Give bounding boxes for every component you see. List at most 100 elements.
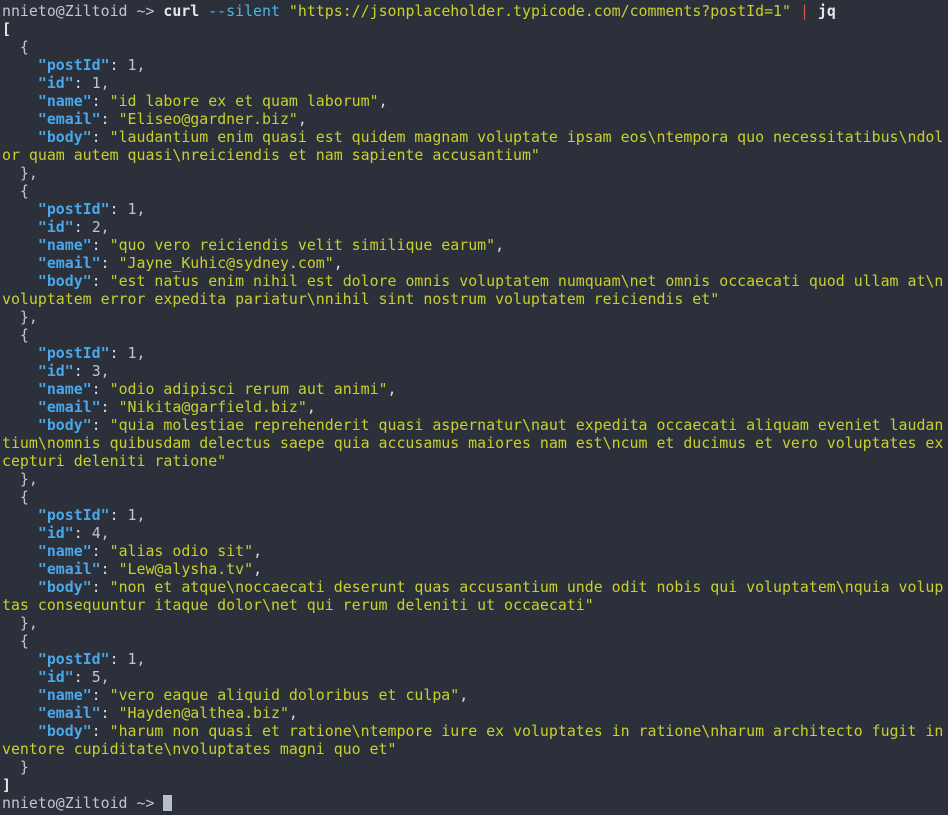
command-flag: --silent bbox=[208, 2, 280, 20]
json-object-open: { bbox=[2, 488, 29, 506]
json-value: 1, bbox=[127, 344, 146, 362]
json-body-wrap: ventore cupiditate\nvoluptates magni quo… bbox=[2, 740, 948, 758]
json-value: 2, bbox=[91, 218, 110, 236]
json-field-body: "body": "est natus enim nihil est dolore… bbox=[37, 272, 944, 290]
json-field-postid: "postId": 1, bbox=[37, 200, 146, 218]
json-key: "name" bbox=[37, 542, 92, 560]
json-key: "body" bbox=[37, 128, 92, 146]
json-value: cepturi deleniti ratione" bbox=[2, 452, 227, 470]
json-object-close: }, bbox=[2, 308, 38, 326]
json-key: "postId" bbox=[37, 344, 110, 362]
json-key: "id" bbox=[37, 74, 74, 92]
command-line: nnieto@Ziltoid ~> curl --silent "https:/… bbox=[2, 2, 948, 20]
json-field-email: "email": "Lew@alysha.tv", bbox=[37, 560, 263, 578]
json-key: "name" bbox=[37, 380, 92, 398]
json-field-postid: "postId": 1, bbox=[37, 344, 146, 362]
json-field-postid: "postId": 1, bbox=[37, 56, 146, 74]
json-value: "Jayne_Kuhic@sydney.com" bbox=[118, 254, 334, 272]
json-key: "name" bbox=[37, 92, 92, 110]
json-field-id: "id": 4, bbox=[37, 524, 110, 542]
json-value: "alias odio sit" bbox=[109, 542, 254, 560]
input-line[interactable]: nnieto@Ziltoid ~> bbox=[2, 794, 948, 812]
json-field-body: "body": "non et atque\noccaecati deserun… bbox=[37, 578, 944, 596]
cursor-block bbox=[163, 795, 173, 811]
json-key: "body" bbox=[37, 578, 92, 596]
json-field-name: "name": "alias odio sit", bbox=[37, 542, 263, 560]
json-key: "email" bbox=[37, 560, 101, 578]
json-key: "postId" bbox=[37, 200, 110, 218]
json-key: "body" bbox=[37, 722, 92, 740]
json-key: "postId" bbox=[37, 650, 110, 668]
prompt: nnieto@Ziltoid ~> bbox=[2, 794, 164, 812]
json-open-bracket: [ bbox=[2, 20, 11, 38]
json-value: "Lew@alysha.tv" bbox=[118, 560, 254, 578]
json-value: "odio adipisci rerum aut animi" bbox=[109, 380, 388, 398]
json-field-id: "id": 1, bbox=[37, 74, 110, 92]
command-url: "https://jsonplaceholder.typicode.com/co… bbox=[288, 2, 791, 20]
json-value: ventore cupiditate\nvoluptates magni quo… bbox=[2, 740, 397, 758]
json-key: "id" bbox=[37, 524, 74, 542]
command-filter: jq bbox=[817, 2, 836, 20]
json-value: "Hayden@althea.biz" bbox=[118, 704, 289, 722]
json-value: 1, bbox=[127, 56, 146, 74]
json-key: "postId" bbox=[37, 506, 110, 524]
json-object-open: { bbox=[2, 326, 29, 344]
json-body-wrap: tium\nomnis quibusdam delectus saepe qui… bbox=[2, 434, 948, 452]
json-field-name: "name": "id labore ex et quam laborum", bbox=[37, 92, 388, 110]
json-field-body: "body": "harum non quasi et ratione\ntem… bbox=[37, 722, 944, 740]
json-key: "body" bbox=[37, 272, 92, 290]
json-field-id: "id": 2, bbox=[37, 218, 110, 236]
json-value: "id labore ex et quam laborum" bbox=[109, 92, 379, 110]
command-pipe: | bbox=[799, 2, 809, 20]
json-value: "Eliseo@gardner.biz" bbox=[118, 110, 298, 128]
json-key: "body" bbox=[37, 416, 92, 434]
json-body-wrap: voluptatem error expedita pariatur\nnihi… bbox=[2, 290, 948, 308]
json-key: "email" bbox=[37, 704, 101, 722]
json-value: 1, bbox=[127, 200, 146, 218]
json-body-wrap: tas consequuntur itaque dolor\net qui re… bbox=[2, 596, 948, 614]
json-value: 1, bbox=[127, 506, 146, 524]
json-close-bracket: ] bbox=[2, 776, 11, 794]
json-key: "email" bbox=[37, 254, 101, 272]
json-field-name: "name": "odio adipisci rerum aut animi", bbox=[37, 380, 397, 398]
command-program: curl bbox=[163, 2, 200, 20]
json-value: or quam autem quasi\nreiciendis et nam s… bbox=[2, 146, 540, 164]
json-field-email: "email": "Jayne_Kuhic@sydney.com", bbox=[37, 254, 343, 272]
json-value: "harum non quasi et ratione\ntempore iur… bbox=[109, 722, 944, 740]
json-value: "vero eaque aliquid doloribus et culpa" bbox=[109, 686, 460, 704]
json-object-open: { bbox=[2, 38, 29, 56]
terminal-window[interactable]: nnieto@Ziltoid ~> curl --silent "https:/… bbox=[0, 0, 948, 815]
json-field-email: "email": "Hayden@althea.biz", bbox=[37, 704, 298, 722]
json-value: "quo vero reiciendis velit similique ear… bbox=[109, 236, 496, 254]
json-key: "id" bbox=[37, 668, 74, 686]
json-object-close: } bbox=[2, 758, 29, 776]
json-value: 5, bbox=[91, 668, 110, 686]
json-field-body: "body": "laudantium enim quasi est quide… bbox=[37, 128, 944, 146]
json-field-body: "body": "quia molestiae reprehenderit qu… bbox=[37, 416, 944, 434]
json-body-wrap: or quam autem quasi\nreiciendis et nam s… bbox=[2, 146, 948, 164]
json-object-open: { bbox=[2, 632, 29, 650]
json-value: "non et atque\noccaecati deserunt quas a… bbox=[109, 578, 944, 596]
json-field-id: "id": 3, bbox=[37, 362, 110, 380]
json-field-postid: "postId": 1, bbox=[37, 506, 146, 524]
json-body-wrap: cepturi deleniti ratione" bbox=[2, 452, 948, 470]
json-value: 4, bbox=[91, 524, 110, 542]
json-value: "laudantium enim quasi est quidem magnam… bbox=[109, 128, 944, 146]
json-field-name: "name": "quo vero reiciendis velit simil… bbox=[37, 236, 505, 254]
prompt: nnieto@Ziltoid ~> bbox=[2, 2, 164, 20]
json-key: "email" bbox=[37, 398, 101, 416]
json-value: "quia molestiae reprehenderit quasi aspe… bbox=[109, 416, 944, 434]
json-value: tas consequuntur itaque dolor\net qui re… bbox=[2, 596, 594, 614]
json-key: "name" bbox=[37, 686, 92, 704]
json-output: { "postId": 1, "id": 1, "name": "id labo… bbox=[2, 38, 948, 776]
json-value: "est natus enim nihil est dolore omnis v… bbox=[109, 272, 944, 290]
json-value: 1, bbox=[127, 650, 146, 668]
json-value: tium\nomnis quibusdam delectus saepe qui… bbox=[2, 434, 944, 452]
json-object-close: }, bbox=[2, 470, 38, 488]
json-key: "id" bbox=[37, 362, 74, 380]
json-field-name: "name": "vero eaque aliquid doloribus et… bbox=[37, 686, 469, 704]
json-field-email: "email": "Eliseo@gardner.biz", bbox=[37, 110, 307, 128]
json-value: 3, bbox=[91, 362, 110, 380]
json-object-close: }, bbox=[2, 164, 38, 182]
json-object-close: }, bbox=[2, 614, 38, 632]
